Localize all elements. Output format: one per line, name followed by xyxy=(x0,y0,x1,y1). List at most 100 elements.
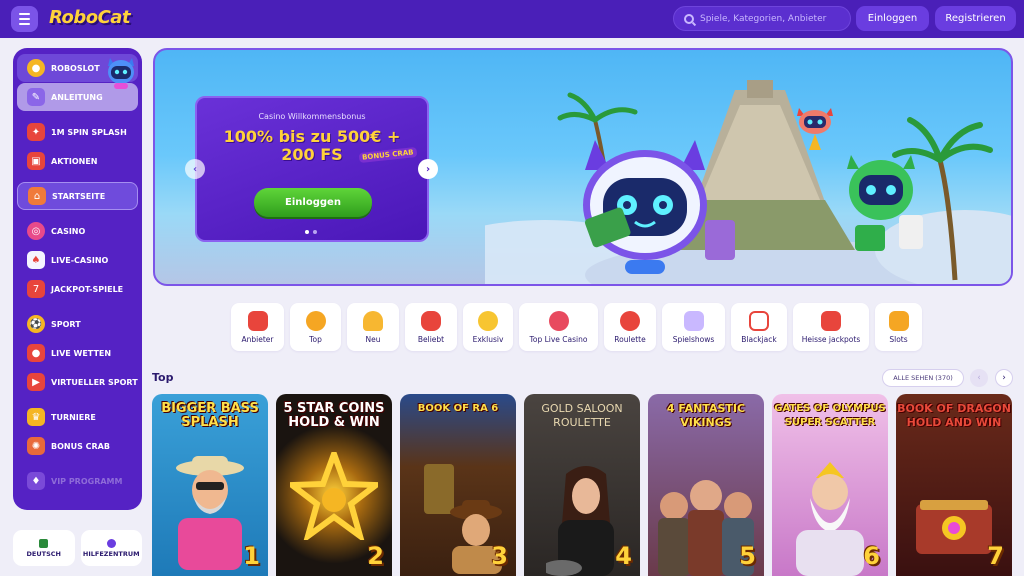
banner-illustration xyxy=(485,80,1011,284)
game-show-icon xyxy=(683,310,704,331)
zeus-art xyxy=(796,462,864,576)
category-slots[interactable]: Slots xyxy=(875,303,922,351)
game-tile[interactable]: 5 STAR COINS HOLD & WIN 2 xyxy=(276,394,392,576)
category-label: Top Live Casino xyxy=(529,334,588,344)
language-label: DEUTSCH xyxy=(26,549,61,558)
sidebar-item-jackpot[interactable]: 7 JACKPOT-SPIELE xyxy=(17,275,138,303)
category-label: Top xyxy=(309,334,322,344)
sidebar-item-spin-splash[interactable]: ✦ 1M SPIN SPLASH xyxy=(17,118,138,146)
category-top-live-casino[interactable]: Top Live Casino xyxy=(519,303,598,351)
sidebar-item-live-casino[interactable]: ♠ LIVE-CASINO xyxy=(17,246,138,274)
sidebar-item-label: STARTSEITE xyxy=(52,191,106,201)
sidebar-item-label: 1M SPIN SPLASH xyxy=(51,127,127,137)
game-tile[interactable]: 4 FANTASTIC VIKINGS 5 xyxy=(648,394,764,576)
sidebar-item-aktionen[interactable]: ▣ AKTIONEN xyxy=(17,147,138,175)
sidebar-item-label: VIP PROGRAMM xyxy=(51,476,123,486)
star-icon xyxy=(290,452,378,540)
fisherman-art xyxy=(176,456,244,570)
hero-banner[interactable]: Casino Willkommensbonus 100% bis zu 500€… xyxy=(153,48,1013,286)
section-title-top: Top xyxy=(152,371,174,384)
category-top[interactable]: Top xyxy=(290,303,341,351)
help-center-button[interactable]: HILFEZENTRUM xyxy=(80,530,142,566)
chevron-left-icon: ‹ xyxy=(192,163,198,175)
dragon-book-art xyxy=(916,500,992,554)
category-spielshows[interactable]: Spielshows xyxy=(662,303,725,351)
medal-icon xyxy=(305,310,326,331)
vip-icon: ♦ xyxy=(27,472,45,490)
ball-icon: ⚽ xyxy=(27,315,45,333)
category-label: Exklusiv xyxy=(472,334,504,344)
help-label: HILFEZENTRUM xyxy=(82,549,140,558)
banner-login-button[interactable]: Einloggen xyxy=(254,188,372,217)
jackpot-icon: 7 xyxy=(27,280,45,298)
games-prev-button[interactable]: ‹ xyxy=(970,369,988,387)
menu-button[interactable] xyxy=(11,6,38,32)
category-blackjack[interactable]: Blackjack xyxy=(731,303,787,351)
top-bar: RoboCat Einloggen Registrieren xyxy=(0,0,1024,38)
gold-icon xyxy=(478,310,498,331)
robot-mascot-icon xyxy=(108,58,134,89)
sidebar-item-turniere[interactable]: ♛ TURNIERE xyxy=(17,403,138,431)
help-icon xyxy=(106,538,116,548)
category-roulette[interactable]: Roulette xyxy=(604,303,656,351)
sidebar-item-label: SPORT xyxy=(51,319,81,329)
sidebar-item-bonus-crab[interactable]: ✺ BONUS CRAB xyxy=(17,432,138,460)
game-rank: 3 xyxy=(491,542,508,570)
banner-prev-button[interactable]: ‹ xyxy=(185,159,205,179)
coin-icon: ● xyxy=(27,59,45,77)
search-box[interactable] xyxy=(673,6,851,31)
sidebar-item-live-wetten[interactable]: ● LIVE WETTEN xyxy=(17,339,138,367)
game-tile[interactable]: BOOK OF DRAGON HOLD AND WIN 7 xyxy=(896,394,1012,576)
search-input[interactable] xyxy=(700,13,850,24)
language-button[interactable]: DEUTSCH xyxy=(13,530,75,566)
carousel-dot[interactable] xyxy=(305,230,309,234)
flag-icon xyxy=(39,538,49,548)
splash-icon: ✦ xyxy=(27,123,45,141)
logo[interactable]: RoboCat xyxy=(49,7,131,28)
game-title: GOLD SALOON ROULETTE xyxy=(541,402,623,429)
game-title: 5 STAR COINS HOLD & WIN xyxy=(283,401,385,430)
carousel-dots xyxy=(305,230,317,234)
category-exklusiv[interactable]: Exklusiv xyxy=(463,303,513,351)
sidebar-item-sport[interactable]: ⚽ SPORT xyxy=(17,310,138,338)
game-title: BIGGER BASS SPLASH xyxy=(161,401,259,430)
chevron-right-icon: › xyxy=(425,163,431,175)
game-title: GATES OF OLYMPUS SUPER SCATTER xyxy=(774,403,886,428)
game-tile[interactable]: GOLD SALOON ROULETTE 4 xyxy=(524,394,640,576)
see-all-button[interactable]: ALLE SEHEN (370) xyxy=(882,369,964,387)
slot-machine-icon xyxy=(888,310,909,331)
category-anbieter[interactable]: Anbieter xyxy=(231,303,284,351)
dealer-art xyxy=(546,466,614,576)
game-tile[interactable]: GATES OF OLYMPUS SUPER SCATTER 6 xyxy=(772,394,888,576)
category-heisse-jackpots[interactable]: Heisse jackpots xyxy=(793,303,869,351)
live-cards-icon: ♠ xyxy=(27,251,45,269)
sidebar-item-virtueller-sport[interactable]: ▶ VIRTUELLER SPORT xyxy=(17,368,138,396)
game-rank: 1 xyxy=(243,542,260,570)
sidebar-item-casino[interactable]: ◎ CASINO xyxy=(17,217,138,245)
game-title: 4 FANTASTIC VIKINGS xyxy=(666,402,746,429)
category-beliebt[interactable]: Beliebt xyxy=(405,303,457,351)
carousel-dot[interactable] xyxy=(313,230,317,234)
sidebar-item-label: BONUS CRAB xyxy=(51,441,110,451)
sidebar-footer: DEUTSCH HILFEZENTRUM xyxy=(13,530,142,566)
game-tile[interactable]: BIGGER BASS SPLASH 1 xyxy=(152,394,268,576)
sidebar-item-startseite[interactable]: ⌂ STARTSEITE xyxy=(17,182,138,210)
sidebar-item-label: VIRTUELLER SPORT xyxy=(51,377,138,387)
category-neu[interactable]: Neu xyxy=(347,303,399,351)
game-rank: 5 xyxy=(739,542,756,570)
sidebar-item-label: AKTIONEN xyxy=(51,156,98,166)
game-tile[interactable]: BOOK OF RA 6 3 xyxy=(400,394,516,576)
sidebar-item-vip[interactable]: ♦ VIP PROGRAMM xyxy=(17,467,138,495)
login-button[interactable]: Einloggen xyxy=(856,6,929,31)
category-label: Spielshows xyxy=(672,334,715,344)
banner-next-button[interactable]: › xyxy=(418,159,438,179)
category-label: Roulette xyxy=(614,334,646,344)
register-button[interactable]: Registrieren xyxy=(935,6,1016,31)
games-next-button[interactable]: › xyxy=(995,369,1013,387)
provider-icon xyxy=(247,310,268,331)
category-label: Anbieter xyxy=(241,334,274,344)
game-rank: 7 xyxy=(987,542,1004,570)
game-title: BOOK OF RA 6 xyxy=(417,403,499,414)
game-rank: 4 xyxy=(615,542,632,570)
search-icon xyxy=(684,13,694,24)
